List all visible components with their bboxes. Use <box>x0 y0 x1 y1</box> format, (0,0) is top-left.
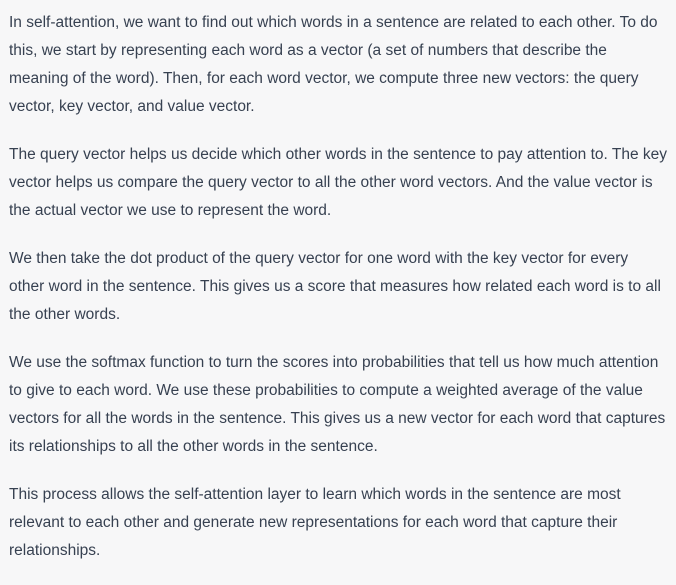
message-paragraph-4: We use the softmax function to turn the … <box>9 354 666 455</box>
message-paragraph-1: In self-attention, we want to find out w… <box>9 14 658 115</box>
message-paragraph-5: This process allows the self-attention l… <box>9 486 621 559</box>
message-paragraph-2: The query vector helps us decide which o… <box>9 146 667 219</box>
message-paragraph-3: We then take the dot product of the quer… <box>9 250 661 323</box>
assistant-message: In self-attention, we want to find out w… <box>0 0 676 585</box>
